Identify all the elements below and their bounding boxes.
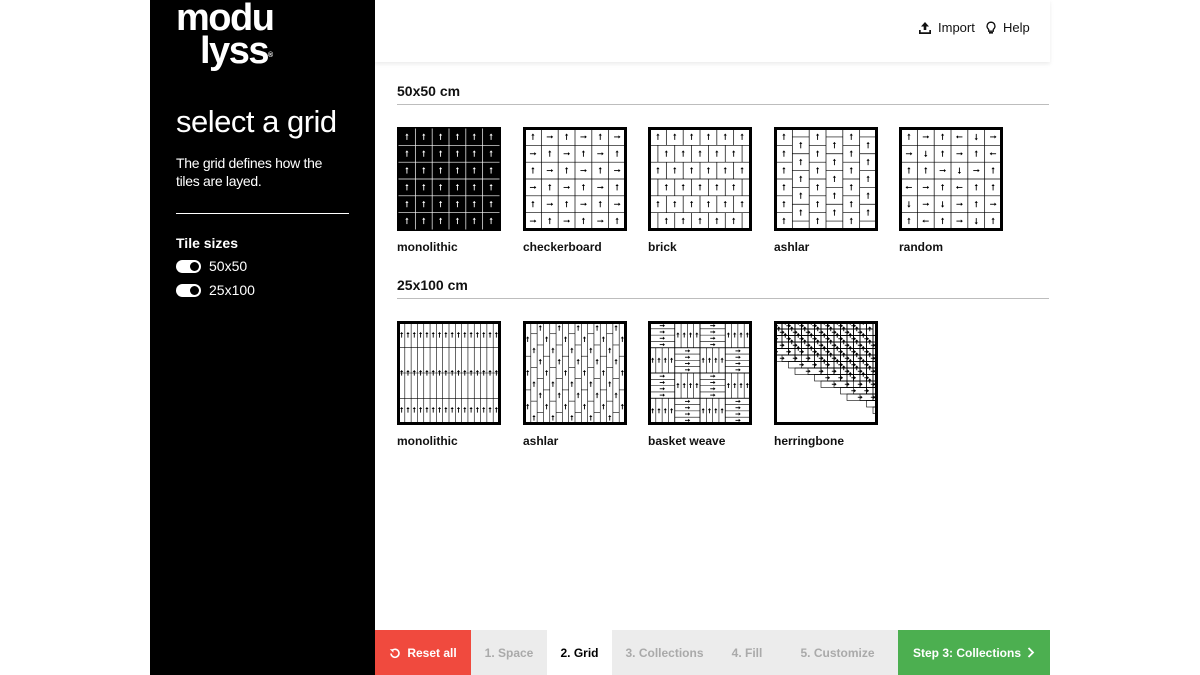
next-step-label: Step 3: Collections (912, 645, 1022, 660)
import-button[interactable]: Import (918, 20, 975, 35)
import-label: Import (938, 20, 975, 35)
grid-option-label: random (899, 240, 944, 254)
step-customize[interactable]: 5. Customize (777, 630, 898, 675)
step-grid[interactable]: 2. Grid (547, 630, 612, 675)
tile-size-25x100-label: 25x100 (209, 282, 255, 298)
section-title-25x100: 25x100 cm (397, 277, 468, 293)
logo-line-2: lyss (200, 30, 269, 72)
help-button[interactable]: Help (985, 20, 1030, 35)
monolithic-50x50-preview (397, 127, 501, 231)
grid-option-label: brick (648, 240, 677, 254)
step-collections[interactable]: 3. Collections (612, 630, 717, 675)
monolithic-25x100-preview (397, 321, 501, 425)
tile-size-25x100-row[interactable]: 25x100 (176, 282, 255, 298)
app-window: modu lyss® select a grid The grid define… (150, 0, 1050, 675)
registered-mark: ® (267, 52, 274, 59)
grid-option-label: monolithic (397, 434, 458, 448)
grid-option-label: ashlar (523, 434, 559, 448)
sidebar-divider (176, 213, 349, 214)
section-divider (397, 104, 1049, 105)
grid-option-label: monolithic (397, 240, 458, 254)
upload-icon (919, 21, 931, 34)
grid-option-brick[interactable]: brick (648, 127, 752, 254)
grid-option-label: basket weave (648, 434, 726, 448)
page-title: select a grid (176, 104, 337, 139)
step-navigation: Reset all 1. Space 2. Grid 3. Collection… (375, 630, 1050, 675)
ashlar-50x50-preview (774, 127, 878, 231)
grid-option-monolithic-50x50[interactable]: monolithic (397, 127, 501, 254)
page-description: The grid defines how the tiles are layed… (176, 155, 323, 189)
grid-option-label: checkerboard (523, 240, 602, 254)
ashlar-25x100-preview (523, 321, 627, 425)
grid-option-monolithic-25x100[interactable]: monolithic (397, 321, 501, 448)
help-label: Help (1003, 20, 1030, 35)
chevron-right-icon (1027, 647, 1035, 658)
tile-size-50x50-label: 50x50 (209, 258, 248, 274)
grid-option-basket-weave[interactable]: basket weave (648, 321, 752, 448)
step-fill[interactable]: 4. Fill (717, 630, 777, 675)
next-step-button[interactable]: Step 3: Collections (898, 630, 1050, 675)
tile-sizes-heading: Tile sizes (176, 235, 239, 251)
lightbulb-icon (986, 21, 996, 34)
grid-option-label: ashlar (774, 240, 810, 254)
grid-option-ashlar-25x100[interactable]: ashlar (523, 321, 627, 448)
step-space[interactable]: 1. Space (471, 630, 547, 675)
grid-option-ashlar-50x50[interactable]: ashlar (774, 127, 878, 254)
grid-option-label: herringbone (774, 434, 845, 448)
checkerboard-preview (523, 127, 627, 231)
grid-selection-area: 50x50 cm monolithic checkerboard brick a… (375, 62, 1050, 630)
modulyss-logo[interactable]: modu lyss® (176, 0, 275, 70)
grid-option-herringbone[interactable]: herringbone (774, 321, 878, 448)
tile-size-50x50-toggle[interactable] (176, 259, 201, 273)
tile-size-50x50-row[interactable]: 50x50 (176, 258, 247, 274)
tile-size-25x100-toggle[interactable] (176, 283, 201, 297)
random-preview (899, 127, 1003, 231)
grid-option-random[interactable]: random (899, 127, 1003, 254)
reset-all-label: Reset all (407, 645, 457, 660)
brick-preview (648, 127, 752, 231)
herringbone-preview (774, 321, 878, 425)
reset-all-button[interactable]: Reset all (375, 630, 471, 675)
basket-weave-preview (648, 321, 752, 425)
reset-icon (390, 647, 401, 658)
section-title-50x50: 50x50 cm (397, 83, 461, 99)
section-divider (397, 298, 1049, 299)
top-bar: Import Help (375, 0, 1050, 62)
sidebar: modu lyss® select a grid The grid define… (150, 0, 375, 675)
grid-option-checkerboard[interactable]: checkerboard (523, 127, 627, 254)
